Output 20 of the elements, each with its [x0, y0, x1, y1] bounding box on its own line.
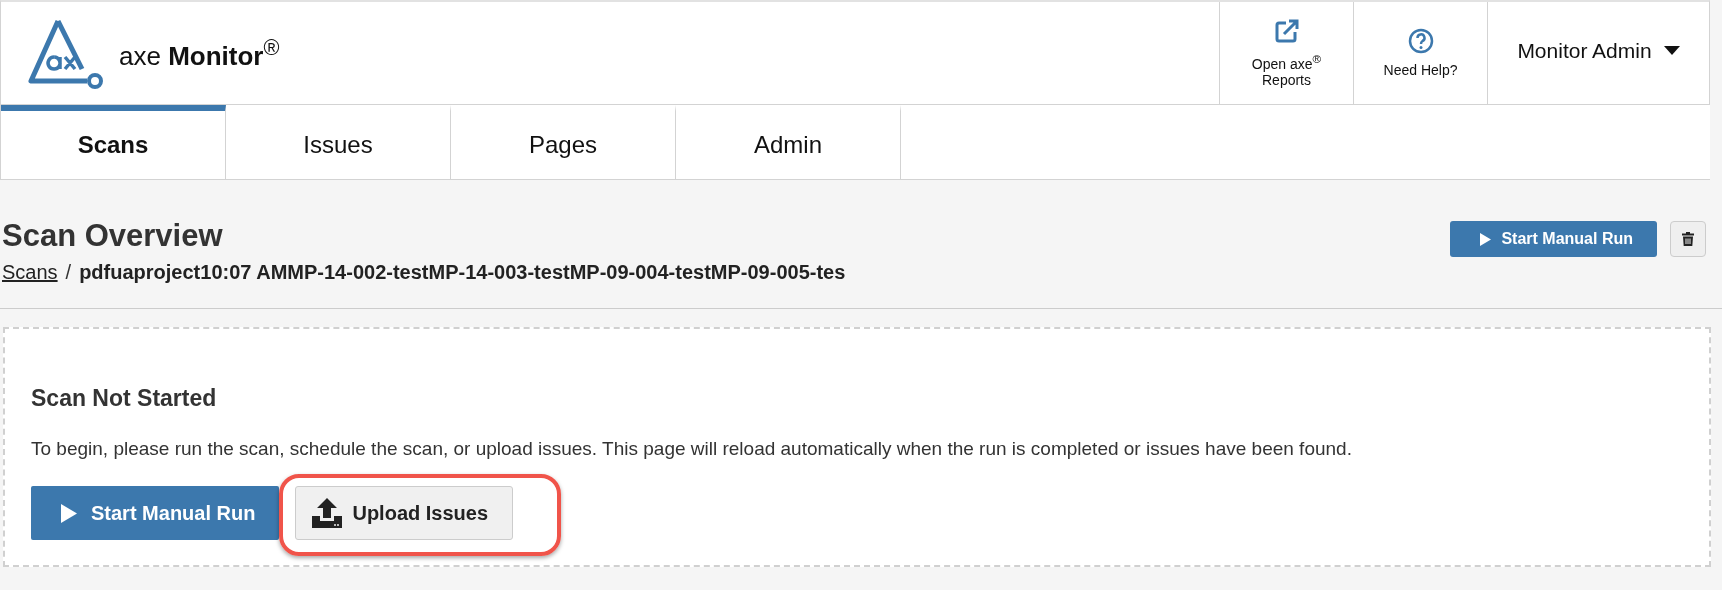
caret-icon: [1663, 45, 1680, 56]
app-title: axe Monitor$^{®}$: [119, 34, 280, 72]
start-run-button[interactable]: Start Manual Run: [1450, 221, 1657, 257]
external-link-icon: [1273, 18, 1300, 45]
page-title: Scan Overview: [2, 218, 224, 254]
trash-icon: [1682, 232, 1694, 246]
panel-heading: Scan Not Started: [31, 385, 218, 412]
breadcrumb-current: pdfuaproject10:07 AMMP-14-002-testMP-14-003-testMP-09-004-testMP-09-005-tes: [79, 261, 846, 284]
start-run-button[interactable]: Start Manual Run: [31, 486, 280, 540]
breadcrumb-link[interactable]: Scans: [2, 261, 58, 284]
panel-message: To begin, please run the scan, schedule the scan, or upload issues. This page will reload automatically when the run is completed or issues have been found.: [31, 438, 1353, 460]
delete-button[interactable]: [1670, 221, 1706, 257]
breadcrumb-separator: /: [65, 261, 72, 284]
upload-button[interactable]: Upload Issues: [295, 486, 514, 540]
logo-icon: [27, 17, 105, 89]
play-icon: [61, 503, 77, 523]
play-icon: [1480, 232, 1492, 246]
upload-icon: [312, 498, 343, 528]
nav-tab[interactable]: Scans: [1, 105, 226, 179]
help-icon: [1407, 28, 1434, 54]
